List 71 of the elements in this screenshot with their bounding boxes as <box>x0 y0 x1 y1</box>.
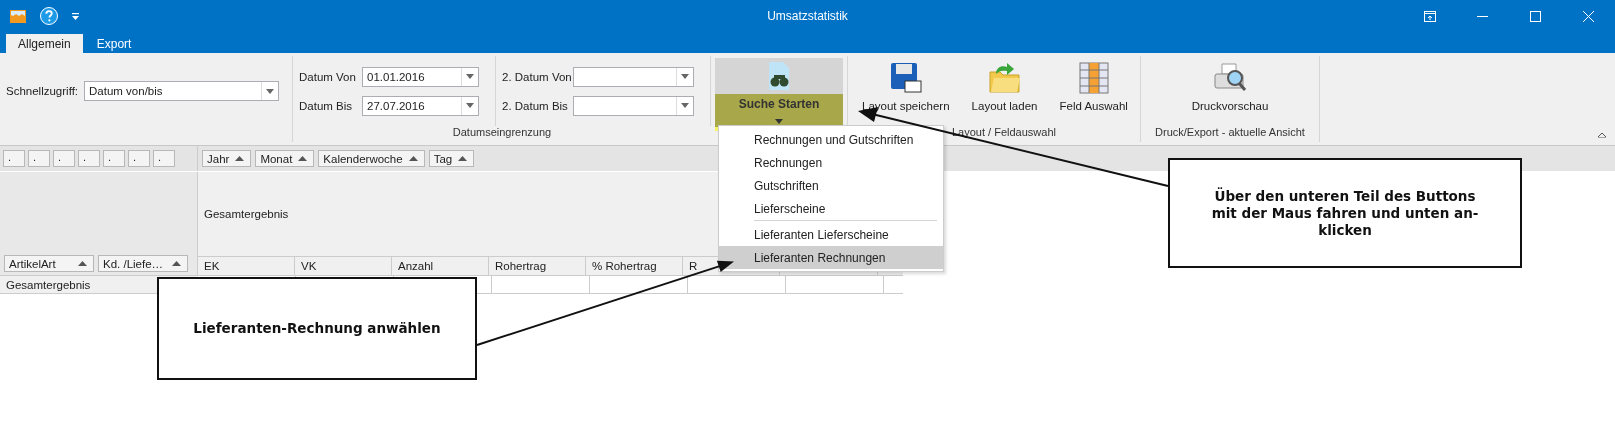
help-icon[interactable] <box>40 7 58 25</box>
dropdown-arrow-icon <box>775 119 783 124</box>
field-label: Schnellzugriff: <box>6 85 79 97</box>
menu-item[interactable]: Lieferscheine <box>719 197 943 220</box>
print-preview-icon <box>1213 62 1247 94</box>
sort-up-icon <box>458 156 468 161</box>
customize-menu-icon[interactable] <box>72 12 79 20</box>
data-field-header[interactable]: % Rohertrag <box>586 257 683 275</box>
filter-field-button[interactable]: . <box>153 150 175 167</box>
filter-field-button[interactable]: . <box>28 150 50 167</box>
ribbon-display-icon <box>1423 10 1436 22</box>
floppy-disk-icon <box>889 62 922 94</box>
field-label: 2. Datum Bis <box>502 99 569 112</box>
window-title: Umsatzstatistik <box>767 9 848 23</box>
column-field-button[interactable]: Jahr <box>202 150 252 167</box>
menu-item[interactable]: Rechnungen <box>719 151 943 174</box>
ribbon-button[interactable]: Layout laden <box>963 56 1046 112</box>
ribbon-button[interactable]: Druckvorschau <box>1183 56 1277 112</box>
menu-item[interactable]: Rechnungen und Gutschriften <box>719 128 943 151</box>
menu-item[interactable]: Lieferanten Rechnungen <box>719 246 943 269</box>
ribbon-button[interactable]: Feld Auswahl <box>1051 56 1136 112</box>
dropdown-arrow-icon <box>466 74 474 79</box>
data-field-header[interactable]: Rohertrag <box>489 257 586 275</box>
column-field-button[interactable]: Kalenderwoche <box>318 150 425 167</box>
date-field[interactable]: 27.07.2016 <box>362 95 479 116</box>
ribbon-tab[interactable]: Allgemein <box>6 34 83 53</box>
sort-up-icon <box>78 261 87 266</box>
maximize-icon <box>1530 10 1541 22</box>
minimize-icon <box>1477 15 1488 17</box>
filter-field-button[interactable]: . <box>53 150 75 167</box>
field-label: Datum Bis <box>299 99 354 112</box>
column-field-button[interactable]: Monat <box>255 150 315 167</box>
folder-arrow-icon <box>987 62 1022 94</box>
sort-up-icon <box>298 156 308 161</box>
row-field-button[interactable]: ArtikelArt <box>4 255 94 272</box>
field-label: Datum Von <box>299 70 357 83</box>
group-caption: Datumseingrenzung <box>451 126 553 140</box>
dropdown-arrow-icon <box>681 103 690 108</box>
group-caption: Druck/Export - aktuelle Ansicht <box>1154 126 1306 140</box>
table-grid-icon <box>1078 62 1109 94</box>
ribbon-tab[interactable]: Export <box>84 34 144 53</box>
row-field-button[interactable]: Kd. /Liefe… <box>98 255 188 272</box>
filter-field-button[interactable]: . <box>103 150 125 167</box>
sort-up-icon <box>235 156 245 161</box>
menu-item[interactable]: Gutschriften <box>719 174 943 197</box>
search-start-button[interactable]: Suche Starten <box>715 58 843 131</box>
dropdown-arrow-icon <box>681 74 690 79</box>
callout-note: Lieferanten-Rechnung anwählen <box>157 277 477 380</box>
sort-up-icon <box>408 156 418 161</box>
app-icon[interactable] <box>10 8 26 24</box>
filter-field-button[interactable]: . <box>3 150 25 167</box>
column-header: Gesamtergebnis <box>204 208 289 220</box>
date-field[interactable] <box>573 66 695 87</box>
date-field[interactable]: 01.01.2016 <box>362 66 479 87</box>
field-label: 2. Datum Von <box>502 70 571 83</box>
data-field-header[interactable]: VK <box>295 257 392 275</box>
filter-field-button[interactable]: . <box>128 150 150 167</box>
collapse-ribbon-icon[interactable] <box>1597 132 1607 138</box>
callout-note: Über den unteren Teil des Buttons mit der Maus fahren und unten an-klicken <box>1168 158 1522 268</box>
dropdown-arrow-icon <box>266 88 275 94</box>
dropdown-arrow-icon <box>466 103 474 108</box>
data-field-header[interactable]: EK <box>198 257 295 275</box>
filter-field-button[interactable]: . <box>78 150 100 167</box>
sort-up-icon <box>172 261 181 266</box>
column-field-button[interactable]: Tag <box>428 150 475 167</box>
close-icon <box>1583 10 1594 22</box>
binoculars-document-icon <box>766 61 792 91</box>
date-field[interactable] <box>573 95 695 116</box>
quick-access-dropdown[interactable]: Datum von/bis <box>84 81 280 101</box>
menu-item[interactable]: Lieferanten Lieferscheine <box>719 223 943 246</box>
data-field-header[interactable]: Anzahl <box>392 257 489 275</box>
